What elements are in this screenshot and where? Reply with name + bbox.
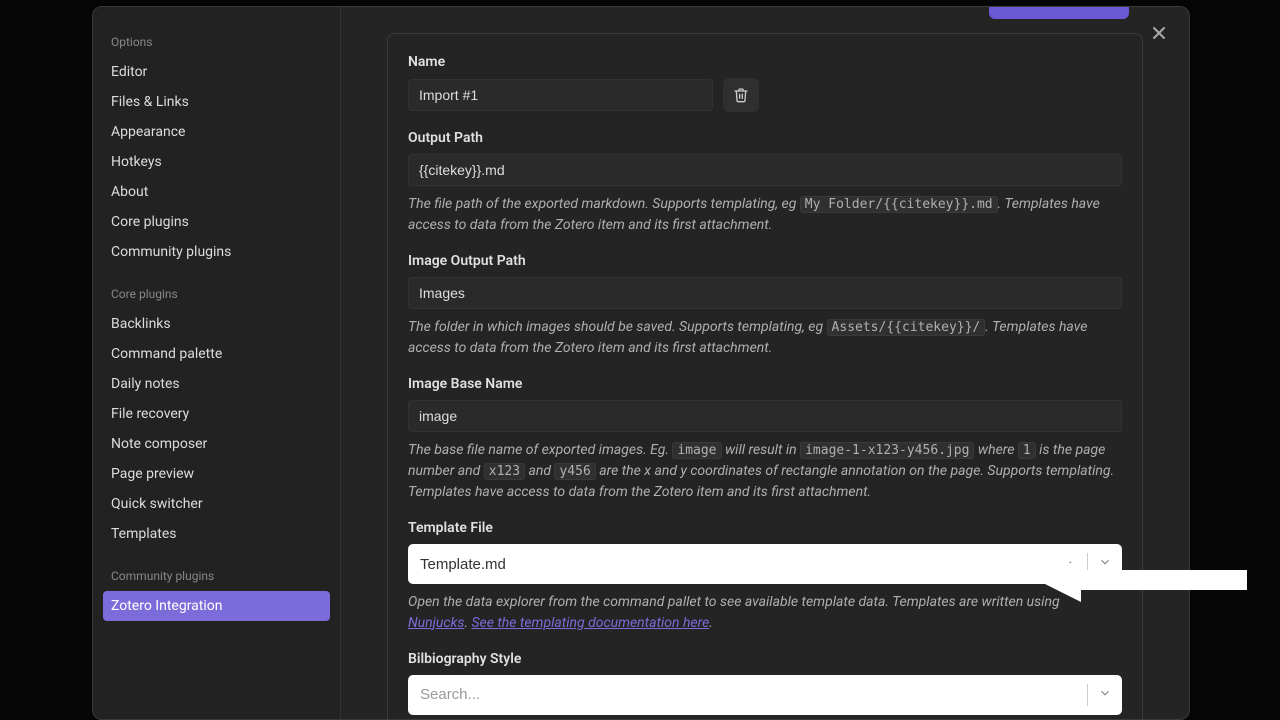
settings-modal: Options Editor Files & Links Appearance …: [92, 6, 1190, 720]
label-image-base-name: Image Base Name: [408, 376, 1122, 392]
chevron-down-icon[interactable]: [1098, 555, 1112, 573]
template-file-input[interactable]: [418, 555, 1068, 574]
sidebar-heading-options: Options: [103, 25, 330, 57]
trash-icon: [733, 87, 749, 103]
settings-content: Name Output Path The file path of the ex…: [341, 7, 1189, 719]
label-template-file: Template File: [408, 520, 1122, 536]
sidebar-item-files-links[interactable]: Files & Links: [103, 87, 330, 117]
sidebar-item-appearance[interactable]: Appearance: [103, 117, 330, 147]
bib-style-input[interactable]: [418, 685, 1083, 704]
sidebar-item-zotero-integration[interactable]: Zotero Integration: [103, 591, 330, 621]
sidebar-heading-core: Core plugins: [103, 267, 330, 309]
divider: [1087, 553, 1088, 575]
sidebar-item-page-preview[interactable]: Page preview: [103, 459, 330, 489]
label-name: Name: [408, 54, 1122, 70]
nunjucks-link[interactable]: Nunjucks: [408, 615, 464, 631]
sidebar-item-about[interactable]: About: [103, 177, 330, 207]
settings-scroll[interactable]: Name Output Path The file path of the ex…: [341, 7, 1189, 719]
bib-style-select[interactable]: [408, 675, 1122, 715]
delete-button[interactable]: [723, 78, 759, 112]
label-output-path: Output Path: [408, 130, 1122, 146]
sidebar-item-quick-switcher[interactable]: Quick switcher: [103, 489, 330, 519]
template-file-select[interactable]: ×: [408, 544, 1122, 584]
sidebar-item-templates[interactable]: Templates: [103, 519, 330, 549]
name-input[interactable]: [408, 79, 713, 111]
help-template-file: Open the data explorer from the command …: [408, 592, 1122, 633]
sidebar-item-core-plugins[interactable]: Core plugins: [103, 207, 330, 237]
image-output-path-input[interactable]: [408, 277, 1122, 309]
label-bib-style: Bilbiography Style: [408, 651, 1122, 667]
sidebar-item-backlinks[interactable]: Backlinks: [103, 309, 330, 339]
output-path-input[interactable]: [408, 154, 1122, 186]
sidebar-heading-community: Community plugins: [103, 549, 330, 591]
import-format-card: Name Output Path The file path of the ex…: [387, 33, 1143, 719]
sidebar-item-editor[interactable]: Editor: [103, 57, 330, 87]
close-icon[interactable]: [1147, 21, 1171, 45]
help-output-path: The file path of the exported markdown. …: [408, 194, 1122, 235]
sidebar-item-daily-notes[interactable]: Daily notes: [103, 369, 330, 399]
help-image-base-name: The base file name of exported images. E…: [408, 440, 1122, 502]
chevron-down-icon[interactable]: [1098, 686, 1112, 704]
sidebar-item-file-recovery[interactable]: File recovery: [103, 399, 330, 429]
help-image-output-path: The folder in which images should be sav…: [408, 317, 1122, 358]
label-image-output-path: Image Output Path: [408, 253, 1122, 269]
divider: [1087, 684, 1088, 706]
templating-docs-link[interactable]: See the templating documentation here: [471, 615, 709, 631]
image-base-name-input[interactable]: [408, 400, 1122, 432]
sidebar-item-community-plugins[interactable]: Community plugins: [103, 237, 330, 267]
sidebar-item-hotkeys[interactable]: Hotkeys: [103, 147, 330, 177]
settings-sidebar: Options Editor Files & Links Appearance …: [93, 7, 341, 719]
sidebar-item-note-composer[interactable]: Note composer: [103, 429, 330, 459]
sidebar-item-command-palette[interactable]: Command palette: [103, 339, 330, 369]
clear-icon[interactable]: ×: [1068, 555, 1077, 574]
